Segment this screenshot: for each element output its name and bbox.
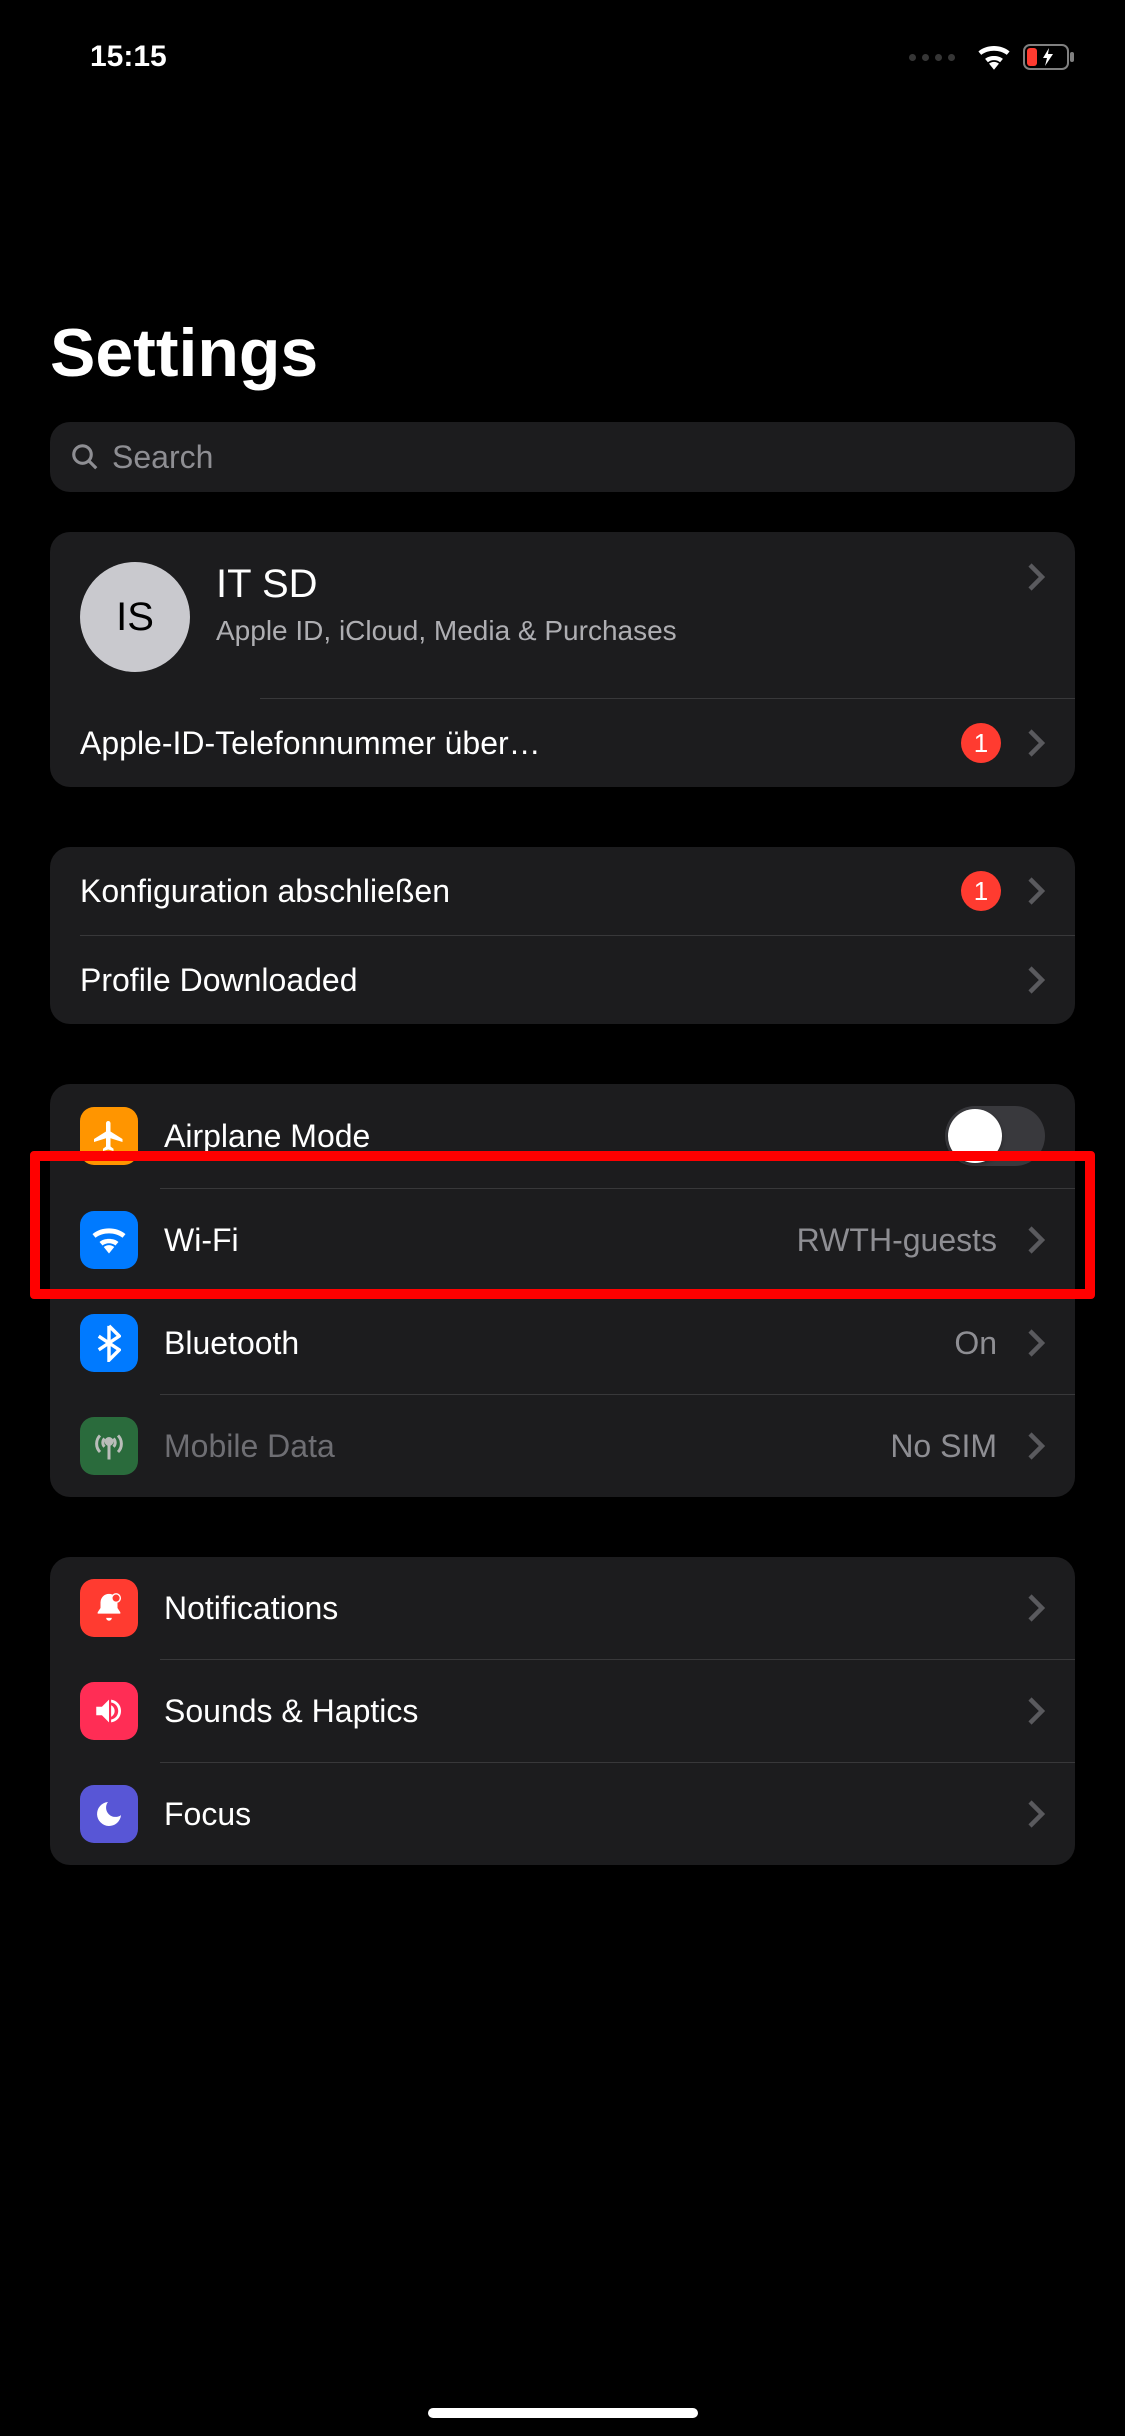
finish-config-row[interactable]: Konfiguration abschließen 1 (50, 847, 1075, 935)
chevron-right-icon (1027, 728, 1045, 758)
airplane-icon (80, 1107, 138, 1165)
status-right (909, 44, 1075, 70)
chevron-right-icon (1027, 876, 1045, 906)
alert-badge: 1 (961, 723, 1001, 763)
search-container (0, 422, 1125, 532)
bluetooth-row[interactable]: Bluetooth On (50, 1292, 1075, 1394)
finish-config-label: Konfiguration abschließen (80, 873, 935, 910)
focus-label: Focus (164, 1796, 1001, 1833)
bluetooth-detail: On (954, 1325, 997, 1362)
apple-id-alert-label: Apple-ID-Telefonnummer über… (80, 725, 935, 762)
chevron-right-icon (1027, 965, 1045, 995)
search-icon (70, 442, 100, 472)
account-text: IT SD Apple ID, iCloud, Media & Purchase… (216, 562, 1001, 648)
airplane-mode-row[interactable]: Airplane Mode (50, 1084, 1075, 1188)
focus-row[interactable]: Focus (50, 1763, 1075, 1865)
wifi-settings-icon (80, 1211, 138, 1269)
mobile-data-detail: No SIM (890, 1428, 997, 1465)
antenna-icon (80, 1417, 138, 1475)
bell-icon (80, 1579, 138, 1637)
chevron-right-icon (1027, 1696, 1045, 1726)
notifications-row[interactable]: Notifications (50, 1557, 1075, 1659)
notifications-label: Notifications (164, 1590, 1001, 1627)
airplane-toggle[interactable] (945, 1106, 1045, 1166)
profile-downloaded-row[interactable]: Profile Downloaded (50, 936, 1075, 1024)
wifi-row[interactable]: Wi-Fi RWTH-guests (50, 1189, 1075, 1291)
status-bar: 15:15 (0, 0, 1125, 94)
airplane-label: Airplane Mode (164, 1118, 919, 1155)
speaker-icon (80, 1682, 138, 1740)
chevron-right-icon (1027, 1593, 1045, 1623)
apple-id-alert-row[interactable]: Apple-ID-Telefonnummer über… 1 (50, 699, 1075, 787)
apple-id-row[interactable]: IS IT SD Apple ID, iCloud, Media & Purch… (50, 532, 1075, 698)
chevron-right-icon (1027, 1431, 1045, 1461)
config-badge: 1 (961, 871, 1001, 911)
bluetooth-label: Bluetooth (164, 1325, 928, 1362)
account-name: IT SD (216, 562, 1001, 607)
system-group: Notifications Sounds & Haptics Focus (50, 1557, 1075, 1865)
profile-downloaded-label: Profile Downloaded (80, 962, 1001, 999)
search-input[interactable] (112, 439, 1055, 476)
config-group: Konfiguration abschließen 1 Profile Down… (50, 847, 1075, 1024)
chevron-right-icon (1027, 562, 1045, 592)
avatar: IS (80, 562, 190, 672)
wifi-detail: RWTH-guests (797, 1222, 997, 1259)
chevron-right-icon (1027, 1328, 1045, 1358)
sounds-row[interactable]: Sounds & Haptics (50, 1660, 1075, 1762)
connectivity-group: Airplane Mode Wi-Fi RWTH-guests Bluetoot… (50, 1084, 1075, 1497)
cellular-dots-icon (909, 54, 955, 61)
page-title: Settings (0, 94, 1125, 422)
wifi-icon (977, 44, 1011, 70)
account-subtitle: Apple ID, iCloud, Media & Purchases (216, 613, 1001, 648)
status-time: 15:15 (90, 40, 167, 74)
search-field[interactable] (50, 422, 1075, 492)
wifi-label: Wi-Fi (164, 1222, 771, 1259)
bluetooth-icon (80, 1314, 138, 1372)
mobile-data-row[interactable]: Mobile Data No SIM (50, 1395, 1075, 1497)
mobile-data-label: Mobile Data (164, 1428, 864, 1465)
home-indicator[interactable] (428, 2408, 698, 2418)
account-group: IS IT SD Apple ID, iCloud, Media & Purch… (50, 532, 1075, 787)
chevron-right-icon (1027, 1799, 1045, 1829)
sounds-label: Sounds & Haptics (164, 1693, 1001, 1730)
battery-low-charging-icon (1023, 44, 1075, 70)
chevron-right-icon (1027, 1225, 1045, 1255)
moon-icon (80, 1785, 138, 1843)
